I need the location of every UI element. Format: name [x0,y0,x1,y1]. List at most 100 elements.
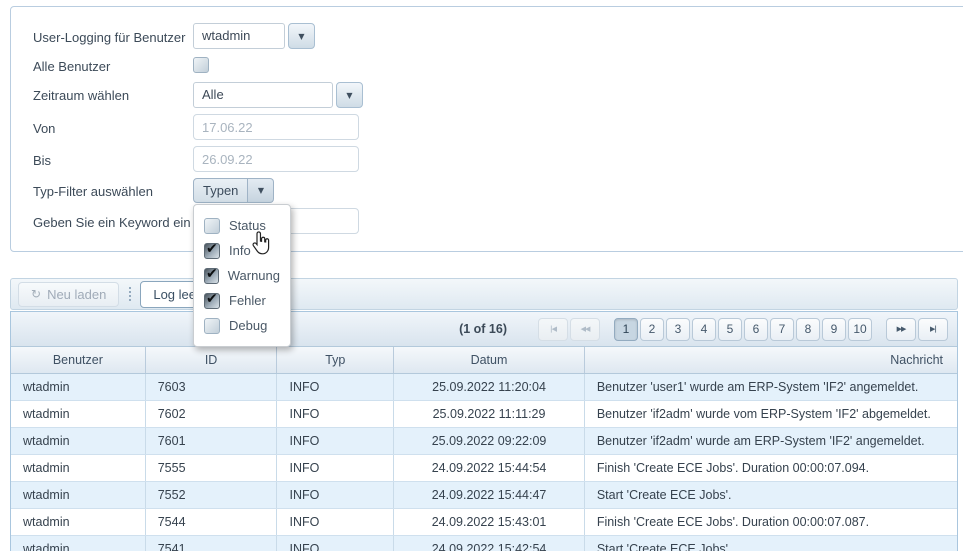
type-filter-button-label[interactable]: Typen [193,178,248,203]
prev-page-button: ◀◀ [570,318,600,341]
table-row[interactable]: wtadmin7603INFO25.09.2022 11:20:04Benutz… [11,374,957,401]
to-date-input[interactable] [193,146,359,172]
cell-nachricht: Benutzer 'user1' wurde am ERP-System 'IF… [585,374,957,400]
prev-page-icon: ◀◀ [581,325,590,333]
cell-id: 7603 [146,374,278,400]
hand-pointer-cursor-icon [250,231,272,255]
page-button-8[interactable]: 8 [796,318,820,341]
menu-item-checkbox[interactable]: ✔ [204,243,220,259]
first-page-button: |◀ [538,318,568,341]
last-page-icon: ▶| [930,325,936,333]
first-page-icon: |◀ [550,325,556,333]
toolbar-separator [129,287,131,301]
type-menu-item-fehler[interactable]: ✔ Fehler [194,288,290,313]
menu-item-checkbox[interactable] [204,318,220,334]
cell-typ: INFO [277,482,394,508]
paginator: (1 of 16) |◀ ◀◀ 12345678910 ▶▶ ▶| [11,312,957,347]
check-icon: ✔ [206,266,218,282]
cell-benutzer: wtadmin [11,455,146,481]
page-button-10[interactable]: 10 [848,318,872,341]
page-button-7[interactable]: 7 [770,318,794,341]
page-button-3[interactable]: 3 [666,318,690,341]
table-header-row: BenutzerIDTypDatumNachricht [11,347,957,374]
menu-item-checkbox[interactable]: ✔ [204,268,219,284]
page-button-5[interactable]: 5 [718,318,742,341]
check-icon: ✔ [206,291,218,307]
chevron-down-icon: ▼ [258,186,264,195]
page-button-9[interactable]: 9 [822,318,846,341]
check-icon: ✔ [206,241,218,257]
column-header-benutzer: Benutzer [11,347,146,373]
paginator-nav-before: |◀ ◀◀ [537,318,601,341]
cell-datum: 24.09.2022 15:42:54 [394,536,585,551]
cell-id: 7552 [146,482,278,508]
reload-button[interactable]: ↻ Neu laden [18,282,119,307]
cell-datum: 24.09.2022 15:44:54 [394,455,585,481]
all-users-checkbox[interactable] [193,57,209,73]
page-button-2[interactable]: 2 [640,318,664,341]
menu-item-label: Warnung [228,268,280,283]
page-button-1[interactable]: 1 [614,318,638,341]
cell-benutzer: wtadmin [11,374,146,400]
reload-button-label: Neu laden [47,287,106,302]
period-select-label: Zeitraum wählen [33,88,129,104]
menu-item-checkbox[interactable]: ✔ [204,293,220,309]
refresh-icon: ↻ [31,287,41,301]
table-row[interactable]: wtadmin7541INFO24.09.2022 15:42:54Start … [11,536,957,551]
period-select-value[interactable]: Alle [193,82,333,108]
user-select-value[interactable]: wtadmin [193,23,285,49]
next-page-icon: ▶▶ [897,325,906,333]
menu-item-checkbox[interactable] [204,218,220,234]
column-header-nachricht: Nachricht [585,347,957,373]
all-users-label: Alle Benutzer [33,59,110,75]
type-menu-item-debug[interactable]: Debug [194,313,290,338]
cell-datum: 24.09.2022 15:43:01 [394,509,585,535]
table-row[interactable]: wtadmin7601INFO25.09.2022 09:22:09Benutz… [11,428,957,455]
user-select[interactable]: wtadmin ▼ [193,23,315,49]
cell-typ: INFO [277,509,394,535]
cell-benutzer: wtadmin [11,482,146,508]
page-button-4[interactable]: 4 [692,318,716,341]
type-filter-label: Typ-Filter auswählen [33,184,153,200]
from-date-input[interactable] [193,114,359,140]
table-row[interactable]: wtadmin7544INFO24.09.2022 15:43:01Finish… [11,509,957,536]
cell-datum: 25.09.2022 11:20:04 [394,374,585,400]
cell-id: 7555 [146,455,278,481]
cell-typ: INFO [277,536,394,551]
table-row[interactable]: wtadmin7555INFO24.09.2022 15:44:54Finish… [11,455,957,482]
cell-id: 7602 [146,401,278,427]
cell-typ: INFO [277,401,394,427]
column-header-id: ID [146,347,278,373]
cell-id: 7601 [146,428,278,454]
paginator-status: (1 of 16) [459,322,507,336]
user-select-label: User-Logging für Benutzer [33,30,185,46]
page-button-6[interactable]: 6 [744,318,768,341]
type-filter-button[interactable]: Typen ▼ [193,178,274,203]
cell-typ: INFO [277,374,394,400]
type-menu-item-status[interactable]: Status [194,213,290,238]
paginator-pages: 12345678910 [613,318,873,341]
table-row[interactable]: wtadmin7552INFO24.09.2022 15:44:47Start … [11,482,957,509]
cell-nachricht: Finish 'Create ECE Jobs'. Duration 00:00… [585,455,957,481]
user-logging-page: User-Logging für Benutzer wtadmin ▼ Alle… [0,0,963,551]
cell-id: 7541 [146,536,278,551]
next-page-button[interactable]: ▶▶ [886,318,916,341]
period-select-dropdown-button[interactable]: ▼ [336,82,363,108]
last-page-button[interactable]: ▶| [918,318,948,341]
table-row[interactable]: wtadmin7602INFO25.09.2022 11:11:29Benutz… [11,401,957,428]
column-header-datum: Datum [394,347,585,373]
type-filter-dropdown-button[interactable]: ▼ [248,178,274,203]
table-body: wtadmin7603INFO25.09.2022 11:20:04Benutz… [11,374,957,551]
cell-benutzer: wtadmin [11,536,146,551]
cell-datum: 25.09.2022 09:22:09 [394,428,585,454]
menu-item-label: Debug [229,318,267,333]
cell-benutzer: wtadmin [11,401,146,427]
user-select-dropdown-button[interactable]: ▼ [288,23,315,49]
period-select[interactable]: Alle ▼ [193,82,363,108]
cell-typ: INFO [277,455,394,481]
type-menu-item-warnung[interactable]: ✔ Warnung [194,263,290,288]
cell-nachricht: Benutzer 'if2adm' wurde am ERP-System 'I… [585,428,957,454]
type-menu-item-info[interactable]: ✔ Info [194,238,290,263]
menu-item-label: Info [229,243,251,258]
cell-nachricht: Start 'Create ECE Jobs'. [585,482,957,508]
